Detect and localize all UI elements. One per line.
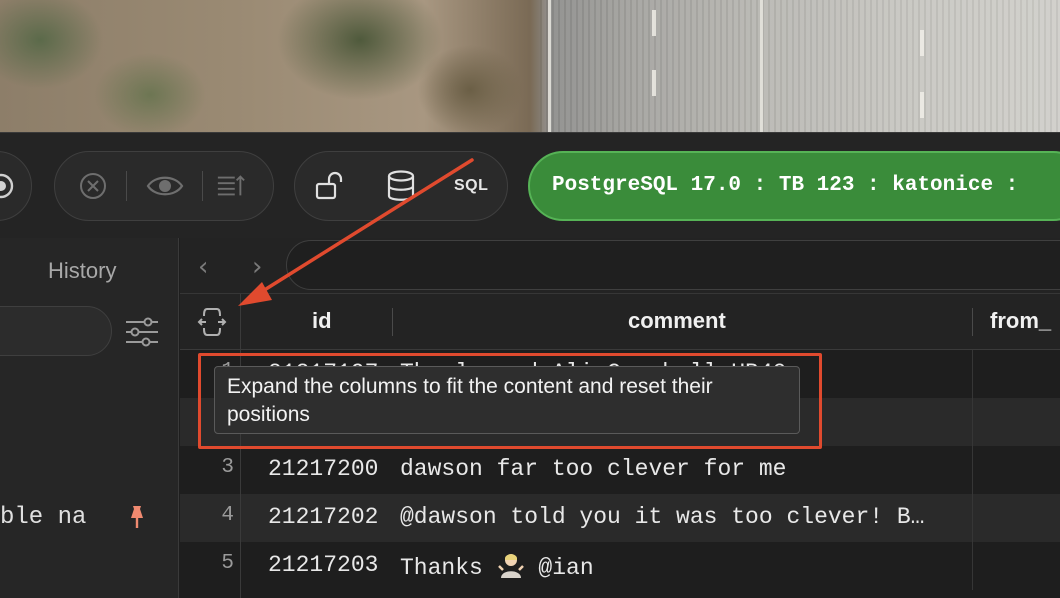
connection-status-pill[interactable]: PostgreSQL 17.0 : TB 123 : katonice : [528, 151, 1060, 221]
cell-comment-text: Thanks [400, 555, 497, 581]
sql-button[interactable]: SQL [454, 177, 488, 195]
sidebar-table-item[interactable]: ble na [0, 504, 86, 531]
record-icon[interactable] [0, 171, 16, 201]
cell-id[interactable]: 21217200 [268, 456, 378, 482]
forward-chevron-icon[interactable]: › [252, 252, 262, 282]
cancel-query-icon[interactable] [78, 171, 108, 201]
back-chevron-icon[interactable]: ‹ [198, 252, 208, 282]
column-divider [972, 398, 973, 446]
tab-history[interactable]: History [48, 258, 116, 284]
row-number: 4 [221, 504, 234, 527]
road-dash [652, 10, 656, 36]
sidebar: History ble na [0, 238, 179, 598]
toolbar-divider [126, 171, 127, 201]
filter-input[interactable] [286, 240, 1060, 290]
unlock-icon[interactable] [314, 171, 344, 201]
sort-lines-icon[interactable] [216, 171, 246, 201]
person-shrug-emoji-icon [497, 552, 525, 578]
cell-id[interactable]: 21217203 [268, 552, 378, 578]
row-number: 3 [221, 456, 234, 479]
table-row[interactable]: 5 21217203 Thanks @ian [180, 542, 1060, 590]
pin-icon[interactable] [124, 504, 150, 537]
annotation-highlight-box [198, 353, 822, 449]
column-header-from[interactable]: from_ [990, 308, 1051, 334]
desktop-wallpaper [0, 0, 1060, 132]
column-header-id[interactable]: id [312, 308, 332, 334]
column-divider [972, 494, 973, 542]
column-divider[interactable] [972, 308, 973, 336]
cell-comment[interactable]: dawson far too clever for me [400, 456, 970, 482]
column-divider [972, 350, 973, 398]
road-dash [920, 30, 924, 56]
road-edge-line [548, 0, 551, 132]
table-row[interactable]: 3 21217200 dawson far too clever for me [180, 446, 1060, 494]
cell-comment-text: @ian [524, 555, 594, 581]
filter-settings-icon[interactable] [124, 316, 160, 353]
cell-comment[interactable]: Thanks @ian [400, 552, 970, 581]
cell-comment[interactable]: @dawson told you it was too clever! B… [400, 504, 970, 530]
column-header-comment[interactable]: comment [628, 308, 726, 334]
table-row[interactable]: 4 21217202 @dawson told you it was too c… [180, 494, 1060, 542]
navigation-bar: ‹ › [180, 238, 1060, 294]
road-edge-line [760, 0, 763, 132]
column-divider [972, 542, 973, 590]
sidebar-search-input[interactable] [0, 306, 112, 356]
column-divider[interactable] [392, 308, 393, 336]
table-header: id comment from_ [180, 294, 1060, 350]
row-number: 5 [221, 552, 234, 575]
eye-icon[interactable] [146, 171, 184, 201]
cell-id[interactable]: 21217202 [268, 504, 378, 530]
toolbar-divider [202, 171, 203, 201]
database-icon[interactable] [386, 170, 416, 201]
expand-columns-icon[interactable] [196, 306, 228, 338]
road-dash [652, 70, 656, 96]
road-dash [920, 92, 924, 118]
road-texture [540, 0, 1060, 132]
column-divider [972, 446, 973, 494]
